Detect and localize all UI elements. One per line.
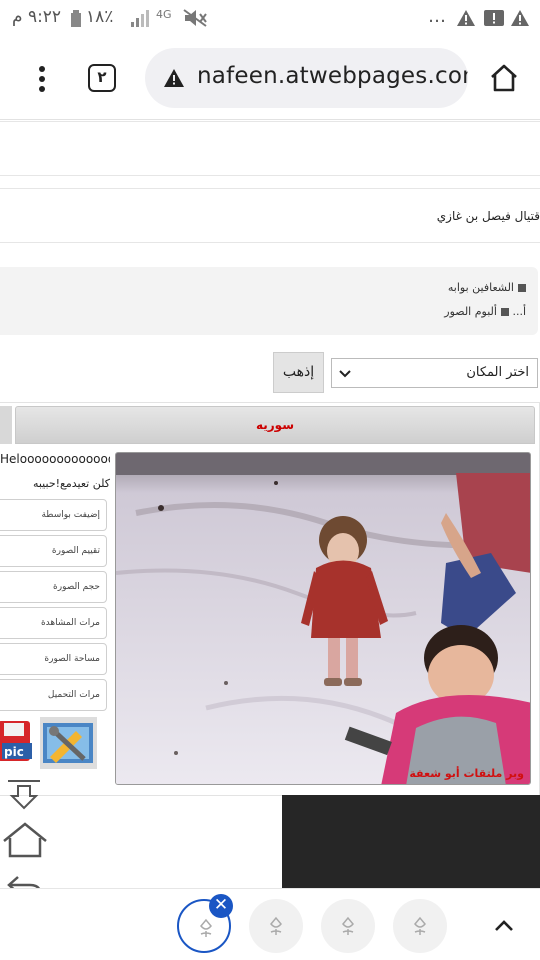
pic-label: pic	[4, 745, 24, 759]
nav-item-album[interactable]: أ... ألبوم الصور	[444, 305, 526, 318]
info-added-by: إضيفت بواسطة	[0, 499, 107, 531]
browser-toolbar: ٢ nafeen.atwebpages.com	[0, 36, 540, 120]
signal-icon	[130, 10, 150, 33]
status-time: ٩:٢٢ م	[12, 7, 62, 27]
mute-icon	[182, 8, 208, 33]
place-select[interactable]: اختر المكان	[331, 358, 538, 388]
tulip-icon	[338, 916, 358, 940]
battery-icon	[70, 10, 82, 33]
nav-item-label[interactable]: الشعافين بوابه	[448, 281, 514, 294]
edit-tools-icon[interactable]	[40, 717, 97, 769]
more-dots-icon: …	[428, 6, 446, 27]
back-arrow-icon[interactable]	[6, 871, 44, 888]
warning-icon[interactable]	[163, 68, 185, 92]
page-header-band	[0, 121, 540, 176]
info-views: مرات المشاهدة	[0, 607, 107, 639]
info-size: حجم الصورة	[0, 571, 107, 603]
snow-scene-image	[116, 453, 530, 784]
notification-icon	[483, 9, 505, 32]
bullet-square-icon	[518, 284, 526, 292]
battery-percent: ١٨٪	[86, 7, 114, 27]
tulip-icon	[410, 916, 430, 940]
uploader-name: Helooooooooooooo	[0, 452, 110, 466]
go-button[interactable]: إذهب	[273, 352, 324, 393]
url-text[interactable]: nafeen.atwebpages.com	[197, 63, 468, 89]
chevron-down-icon	[338, 362, 352, 395]
home-icon[interactable]	[489, 64, 519, 96]
warning-icon	[456, 9, 476, 32]
address-bar[interactable]: nafeen.atwebpages.com	[145, 48, 468, 108]
photo-comment: كلن تعيدمع!حبيبه	[32, 477, 110, 490]
web-page: قتيال فيصل بن غازي الشعافين بوابه أ... أ…	[0, 121, 540, 888]
menu-dots-icon[interactable]	[30, 66, 54, 94]
tab-bubble[interactable]	[249, 899, 303, 953]
nav-prefix: أ...	[512, 305, 526, 318]
info-dimensions: مساحة الصورة	[0, 643, 107, 675]
tab-left-edge	[0, 406, 12, 444]
download-icon[interactable]	[6, 778, 42, 814]
status-bar: ٩:٢٢ م ١٨٪ 4G …	[0, 0, 540, 36]
tulip-icon	[266, 916, 286, 940]
nav-box: الشعافين بوابه أ... ألبوم الصور	[0, 267, 538, 335]
tab-bubble[interactable]	[393, 899, 447, 953]
nav-item-portal[interactable]: الشعافين بوابه	[448, 281, 526, 294]
page-title-band: قتيال فيصل بن غازي	[0, 188, 540, 243]
network-type: 4G	[156, 8, 172, 21]
nav-item-label[interactable]: ألبوم الصور	[444, 305, 497, 318]
tulip-icon	[196, 918, 216, 942]
chevron-up-icon[interactable]	[494, 917, 514, 936]
tabs-button[interactable]: ٢	[88, 64, 116, 92]
info-downloads: مرات التحميل	[0, 679, 107, 711]
save-picture-icon[interactable]: pic	[0, 717, 34, 767]
warning-icon-2	[510, 9, 530, 32]
home-outline-icon[interactable]	[2, 821, 48, 863]
dark-panel	[282, 795, 540, 888]
photo-caption: وبر ملتقات أبو شعفة	[409, 767, 524, 780]
bullet-square-icon	[500, 308, 509, 316]
main-photo[interactable]: وبر ملتقات أبو شعفة	[115, 452, 531, 785]
place-select-value: اختر المكان	[466, 365, 529, 380]
tab-bubble[interactable]	[321, 899, 375, 953]
page-title: قتيال فيصل بن غازي	[436, 209, 540, 223]
close-icon[interactable]: ✕	[209, 894, 233, 918]
info-rating: تقييم الصورة	[0, 535, 107, 567]
tab-syria[interactable]: سوريه	[15, 406, 535, 444]
bottom-tab-bar: ✕	[0, 888, 540, 960]
